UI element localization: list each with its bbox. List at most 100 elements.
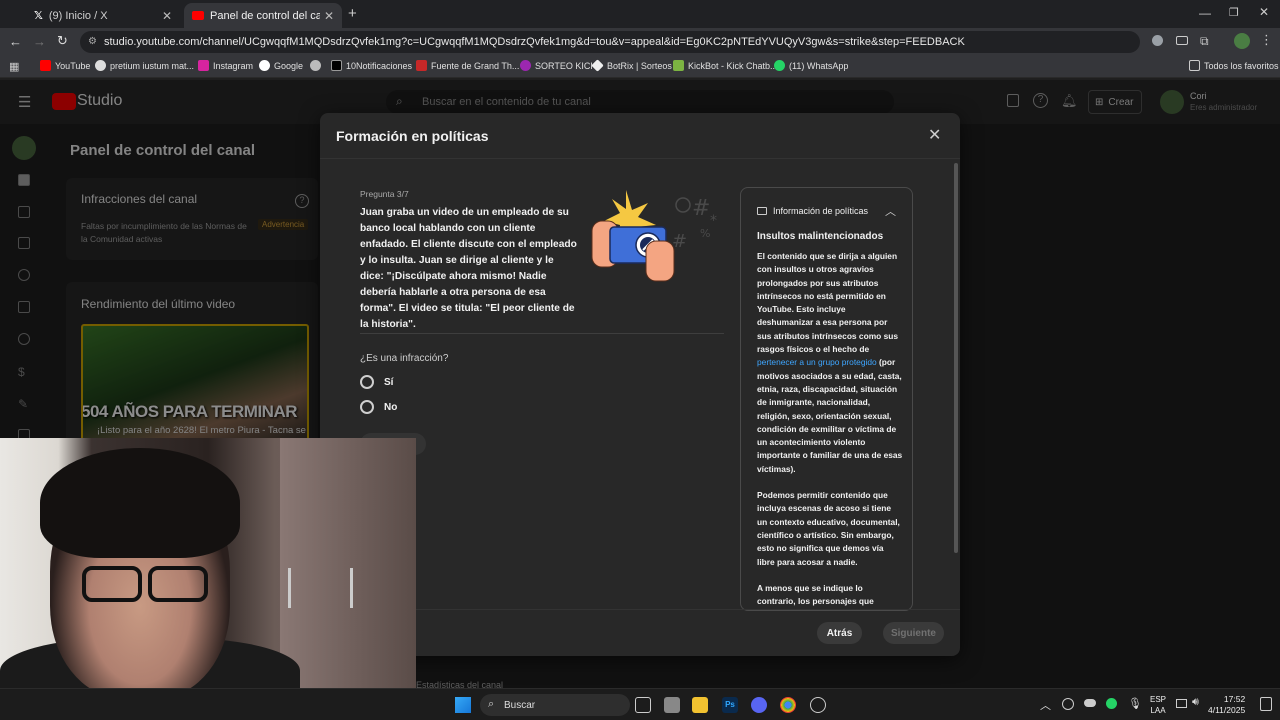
- globe-icon: [95, 60, 106, 71]
- webcam-glasses-left: [82, 566, 142, 602]
- close-tab-icon[interactable]: ✕: [162, 9, 172, 23]
- bookmarks-bar: ▦ YouTube pretium iustum mat... Instagra…: [0, 56, 1280, 78]
- bookmark-grand-theft[interactable]: Fuente de Grand Th...: [416, 60, 519, 71]
- svg-text:%: %: [700, 227, 710, 240]
- extension-icon[interactable]: [1152, 35, 1163, 46]
- site-info-icon[interactable]: ⚙: [88, 36, 97, 47]
- windows-taskbar: ⌕ Buscar Ps ︿ 🎙︎ ESP LAA 🔊︎ 17:52 4/11/2…: [0, 688, 1280, 720]
- tab-label: (9) Inicio / X: [48, 9, 108, 22]
- dialog-scrollbar[interactable]: [954, 163, 958, 553]
- task-view-icon[interactable]: [635, 697, 651, 713]
- policy-info-panel: Información de políticas ︿ Insultos mali…: [740, 187, 913, 611]
- option-label: No: [384, 401, 398, 413]
- door-handle: [350, 568, 353, 608]
- tab-x-home[interactable]: 𝕏 (9) Inicio / X ✕: [26, 3, 180, 28]
- reload-icon[interactable]: ↻: [57, 33, 68, 49]
- policy-info-header[interactable]: Información de políticas: [757, 206, 868, 216]
- pinned-app-icon[interactable]: [664, 697, 680, 713]
- policy-body: El contenido que se dirija a alguien con…: [757, 250, 903, 610]
- webcam-overlay: [0, 438, 416, 720]
- windows-start-icon[interactable]: [455, 697, 471, 713]
- bookmark-google[interactable]: Google: [259, 60, 303, 71]
- file-explorer-icon[interactable]: [692, 697, 708, 713]
- address-bar[interactable]: ⚙ studio.youtube.com/channel/UCgwqqfM1MQ…: [80, 31, 1140, 53]
- door-handle: [288, 568, 291, 608]
- close-icon[interactable]: ✕: [928, 125, 941, 145]
- new-tab-icon[interactable]: +: [348, 5, 357, 22]
- tab-studio-dashboard[interactable]: Panel de control del canal - You ✕: [184, 3, 342, 28]
- radio-button[interactable]: [360, 375, 374, 389]
- back-button[interactable]: Atrás: [817, 622, 862, 644]
- taskbar-clock[interactable]: 17:52 4/11/2025: [1208, 694, 1245, 716]
- bookmark-instagram[interactable]: Instagram: [198, 60, 253, 71]
- folder-icon: [1189, 60, 1200, 71]
- option-yes[interactable]: Sí: [360, 375, 393, 389]
- forward-arrow-icon[interactable]: →: [33, 34, 46, 49]
- radio-button[interactable]: [360, 400, 374, 414]
- youtube-icon: [40, 60, 51, 71]
- tray-cloud-icon[interactable]: [1084, 699, 1096, 707]
- bookmark-10notificaciones[interactable]: 10Notificaciones: [331, 60, 412, 71]
- next-button[interactable]: Siguiente: [883, 622, 944, 644]
- minimize-icon[interactable]: —: [1199, 6, 1211, 20]
- whatsapp-icon: [774, 60, 785, 71]
- media-icon[interactable]: [1176, 36, 1188, 45]
- all-bookmarks-folder[interactable]: Todos los favoritos: [1189, 60, 1279, 71]
- protected-group-link[interactable]: pertenecer a un grupo protegido: [757, 357, 877, 367]
- tray-whatsapp-icon[interactable]: [1106, 698, 1117, 709]
- bookmark-kickbot[interactable]: KickBot - Kick Chatb...: [673, 60, 778, 71]
- webcam-person-hair: [40, 448, 240, 558]
- bookmark-sorteo-kick[interactable]: SORTEO KICK: [520, 60, 596, 71]
- x-logo-icon: [331, 60, 342, 71]
- profile-avatar[interactable]: [1234, 33, 1250, 49]
- tab-label: Panel de control del canal - You: [210, 9, 320, 22]
- bookmark-youtube[interactable]: YouTube: [40, 60, 90, 71]
- x-logo-icon: 𝕏: [34, 10, 43, 22]
- search-icon: ⌕: [488, 698, 495, 710]
- book-icon: [757, 207, 767, 215]
- chevron-up-icon[interactable]: ︿: [885, 203, 896, 219]
- bookmark-whatsapp[interactable]: (11) WhatsApp: [774, 60, 848, 71]
- policy-title: Insultos malintencionados: [757, 231, 884, 242]
- close-tab-icon[interactable]: ✕: [324, 9, 334, 23]
- discord-icon[interactable]: [751, 697, 767, 713]
- photoshop-icon[interactable]: Ps: [722, 697, 738, 713]
- webcam-glasses-right: [148, 566, 208, 602]
- footer-divider: [320, 609, 960, 610]
- question-counter: Pregunta 3/7: [360, 189, 409, 199]
- language-indicator[interactable]: ESP LAA: [1150, 694, 1166, 716]
- kick-icon: [520, 60, 531, 71]
- network-icon[interactable]: [1176, 699, 1187, 708]
- close-window-icon[interactable]: ✕: [1259, 5, 1269, 19]
- option-no[interactable]: No: [360, 400, 397, 414]
- apps-grid-icon[interactable]: ▦: [9, 60, 19, 73]
- google-icon: [259, 60, 270, 71]
- bookmark-generic[interactable]: [310, 60, 321, 71]
- extensions-puzzle-icon[interactable]: ⧉: [1200, 34, 1209, 49]
- menu-dots-icon[interactable]: ⋮: [1260, 32, 1273, 48]
- youtube-icon: [192, 11, 204, 20]
- globe-icon: [310, 60, 321, 71]
- pinned-app-icon[interactable]: [810, 697, 826, 713]
- question-divider: [360, 333, 724, 334]
- svg-text:*: *: [710, 213, 717, 229]
- taskbar-search[interactable]: ⌕ Buscar: [480, 694, 630, 716]
- botrix-icon: [591, 59, 604, 72]
- bookmark-pretium[interactable]: pretium iustum mat...: [95, 60, 194, 71]
- tray-chevron-up-icon[interactable]: ︿: [1040, 697, 1051, 713]
- tray-mic-icon[interactable]: 🎙︎: [1128, 697, 1142, 710]
- kickbot-icon: [673, 60, 684, 71]
- bookmark-botrix[interactable]: BotRix | Sorteos: [591, 59, 672, 72]
- tray-sync-icon[interactable]: [1062, 698, 1074, 710]
- violation-question: ¿Es una infracción?: [360, 353, 449, 364]
- policy-paragraph: El contenido que se dirija a alguien con…: [757, 251, 903, 474]
- notification-center-icon[interactable]: [1260, 697, 1272, 711]
- chrome-icon[interactable]: [780, 697, 796, 713]
- browser-tab-bar: 𝕏 (9) Inicio / X ✕ Panel de control del …: [0, 0, 1280, 28]
- url-text: studio.youtube.com/channel/UCgwqqfM1MQDs…: [104, 36, 965, 48]
- font-icon: [416, 60, 427, 71]
- restore-icon[interactable]: ❐: [1229, 6, 1239, 19]
- volume-icon[interactable]: 🔊︎: [1192, 696, 1199, 709]
- title-divider: [320, 158, 960, 159]
- back-arrow-icon[interactable]: ←: [9, 34, 22, 49]
